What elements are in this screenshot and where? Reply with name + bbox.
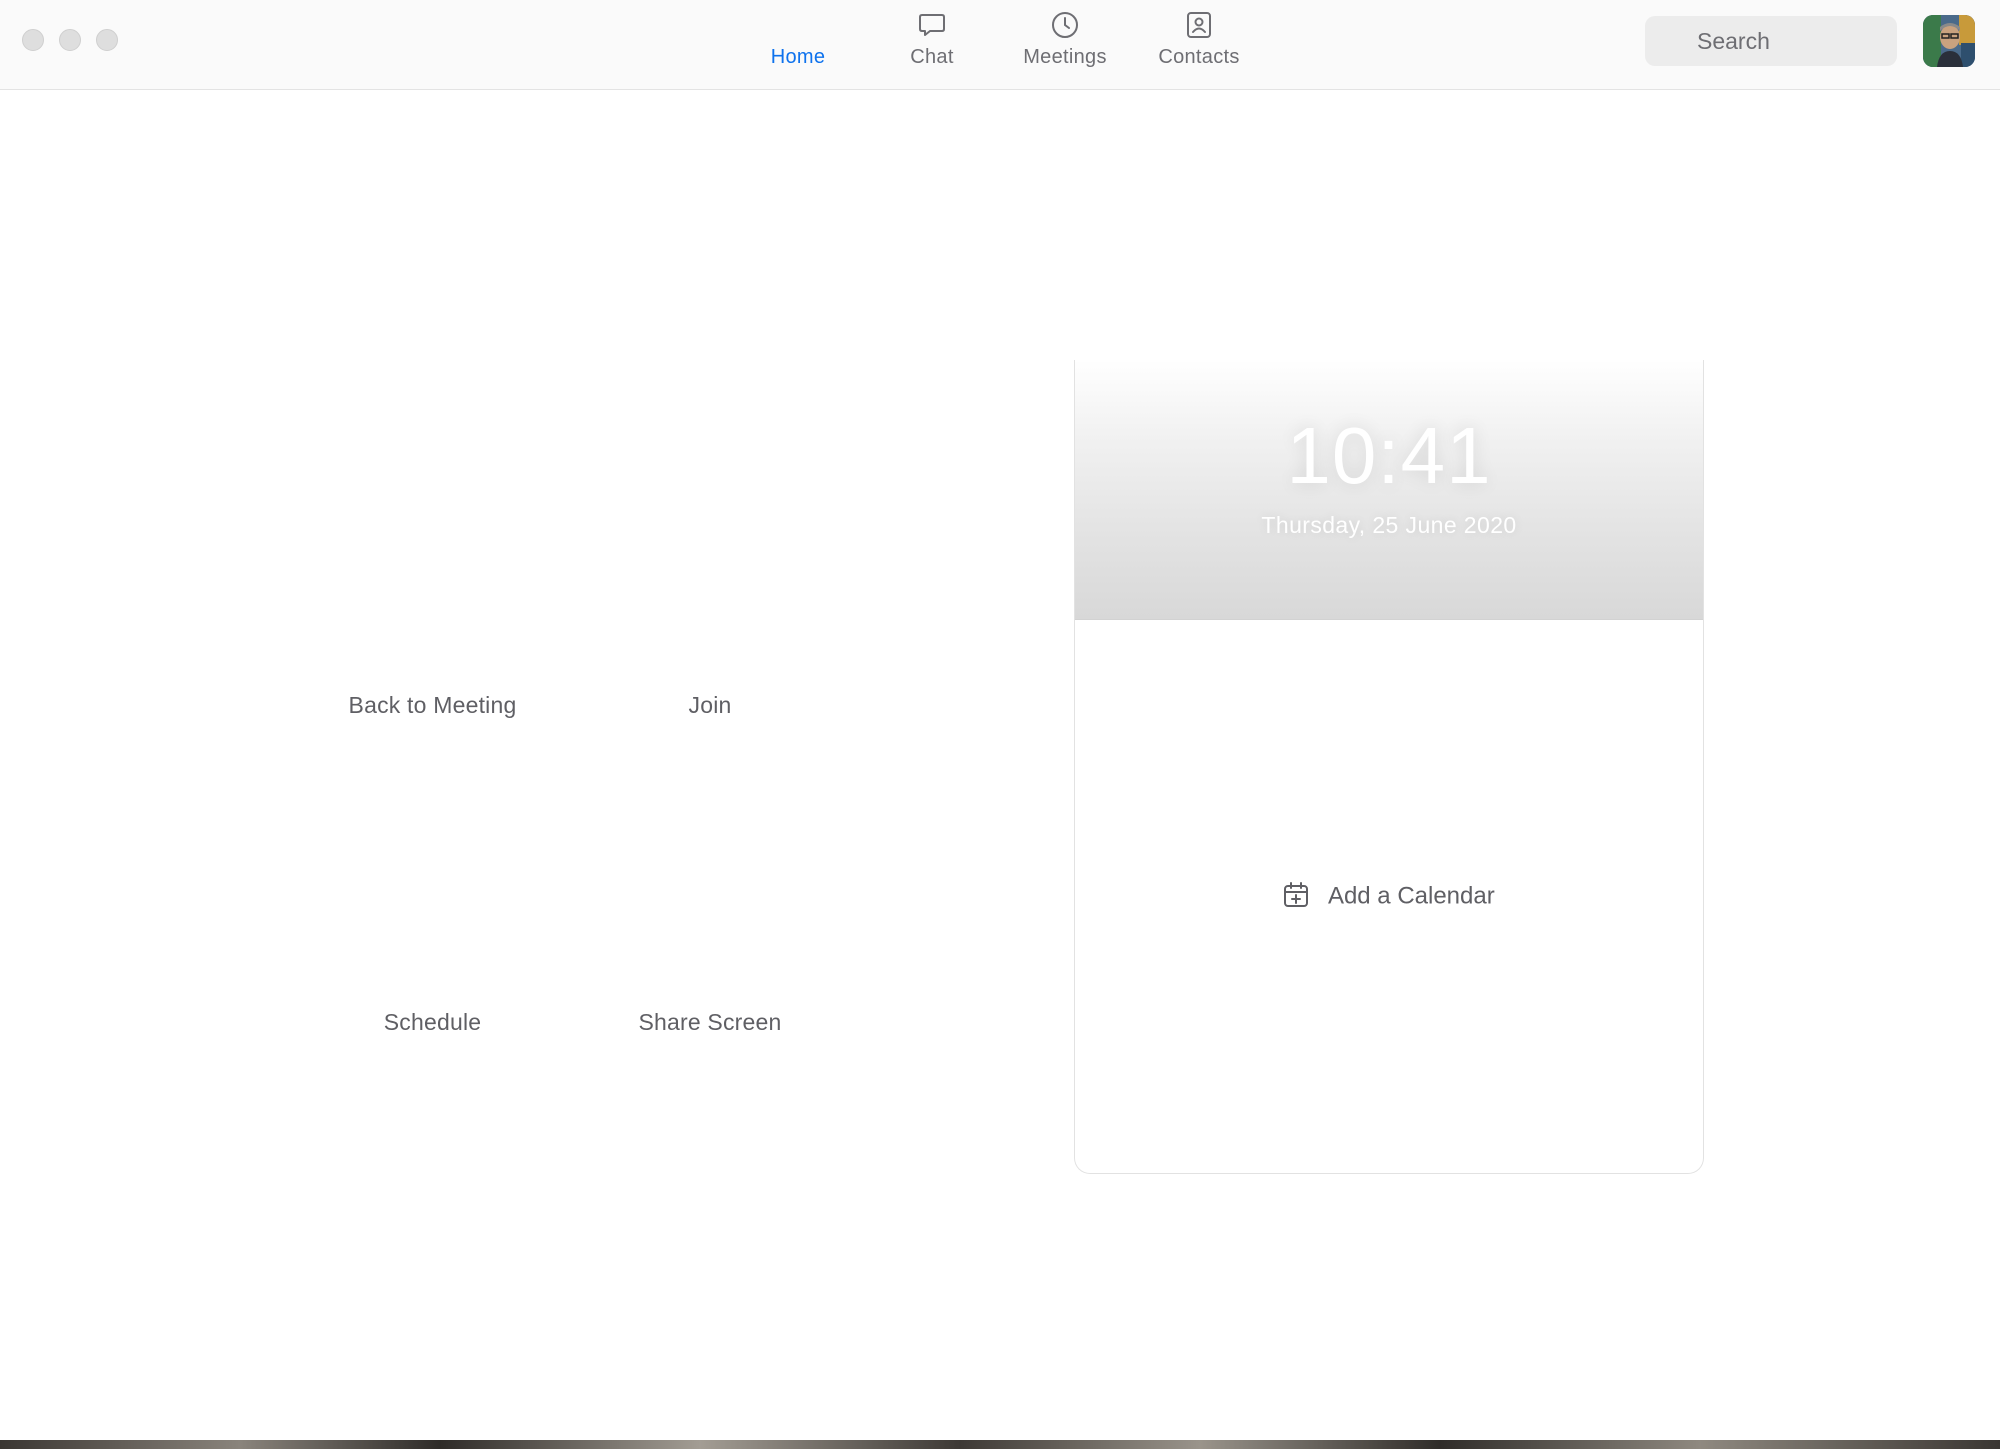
search-input[interactable]: Search <box>1645 16 1897 66</box>
tab-chat-label: Chat <box>910 46 954 68</box>
join-button[interactable]: Join <box>620 692 800 719</box>
calendar-panel: 10:41 Thursday, 25 June 2020 Add a Calen… <box>1074 360 1704 1174</box>
clock-date: Thursday, 25 June 2020 <box>1261 512 1517 538</box>
user-avatar[interactable] <box>1923 15 1975 67</box>
avatar-image <box>1923 15 1975 67</box>
schedule-button[interactable]: Schedule <box>330 1009 535 1036</box>
clock-header: 10:41 Thursday, 25 June 2020 <box>1075 360 1703 620</box>
desktop-background-strip <box>0 1440 2000 1449</box>
window-zoom-button[interactable] <box>96 29 118 51</box>
tab-home[interactable]: Home <box>733 10 863 80</box>
search-placeholder: Search <box>1697 28 1770 54</box>
clock-time: 10:41 <box>1286 411 1492 500</box>
clock-icon <box>1052 12 1078 38</box>
back-to-meeting-button[interactable]: Back to Meeting <box>300 692 565 719</box>
contact-card-icon <box>1187 12 1211 38</box>
tab-home-label: Home <box>770 46 826 68</box>
zoom-main-window: Home Chat Meetings Contacts Search Back … <box>0 0 2000 1440</box>
tab-contacts[interactable]: Contacts <box>1134 10 1264 80</box>
calendar-plus-icon <box>1284 881 1309 907</box>
window-minimize-button[interactable] <box>59 29 81 51</box>
tab-contacts-label: Contacts <box>1158 46 1240 68</box>
tab-chat[interactable]: Chat <box>867 10 997 80</box>
chat-bubble-icon <box>919 14 945 36</box>
window-close-button[interactable] <box>22 29 44 51</box>
tab-meetings[interactable]: Meetings <box>1000 10 1130 80</box>
tab-meetings-label: Meetings <box>1023 46 1107 68</box>
share-screen-button[interactable]: Share Screen <box>600 1009 820 1036</box>
add-calendar-button[interactable]: Add a Calendar <box>1075 881 1703 911</box>
title-bar: Home Chat Meetings Contacts Search <box>0 0 2000 90</box>
add-calendar-label: Add a Calendar <box>1327 882 1495 910</box>
